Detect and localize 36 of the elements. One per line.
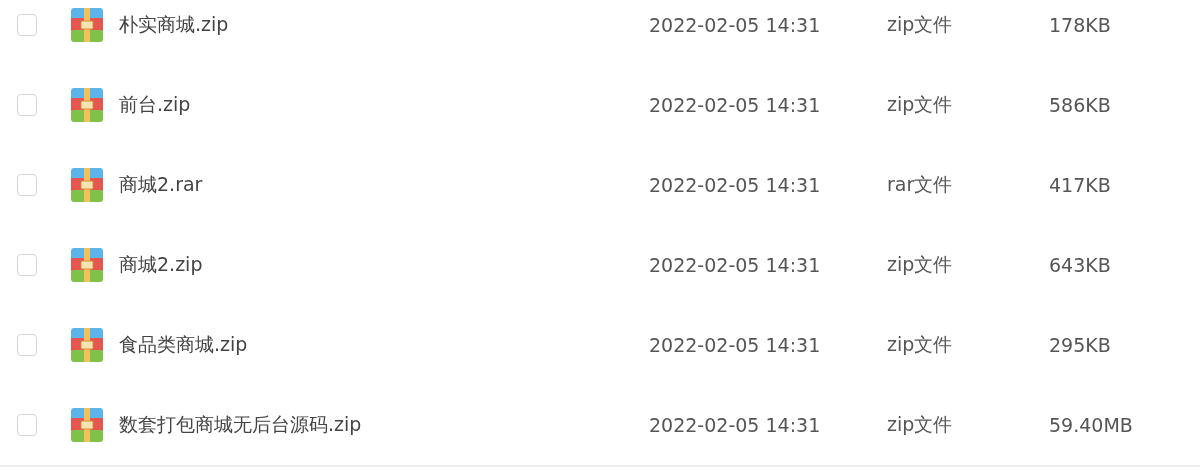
file-name[interactable]: 数套打包商城无后台源码.zip bbox=[119, 412, 649, 438]
file-type: zip文件 bbox=[887, 412, 954, 437]
modified-date: 2022-02-05 14:31 bbox=[649, 14, 822, 36]
file-size: 643KB bbox=[1049, 254, 1112, 276]
modified-date: 2022-02-05 14:31 bbox=[649, 174, 822, 196]
archive-icon bbox=[71, 328, 103, 362]
archive-icon bbox=[71, 88, 103, 122]
modified-date: 2022-02-05 14:31 bbox=[649, 254, 822, 276]
file-size: 295KB bbox=[1049, 334, 1112, 356]
file-size: 178KB bbox=[1049, 14, 1112, 36]
file-size: 59.40MB bbox=[1049, 414, 1134, 436]
checkbox[interactable] bbox=[17, 94, 37, 116]
archive-icon bbox=[71, 408, 103, 442]
checkbox[interactable] bbox=[17, 254, 37, 276]
checkbox[interactable] bbox=[17, 174, 37, 196]
file-name[interactable]: 商城2.rar bbox=[119, 172, 649, 198]
checkbox[interactable] bbox=[17, 414, 37, 436]
file-type: zip文件 bbox=[887, 332, 954, 357]
file-type: zip文件 bbox=[887, 252, 954, 277]
file-type: zip文件 bbox=[887, 92, 954, 117]
file-type: zip文件 bbox=[887, 12, 954, 37]
file-size: 586KB bbox=[1049, 94, 1112, 116]
archive-icon bbox=[71, 8, 103, 42]
file-name[interactable]: 食品类商城.zip bbox=[119, 332, 649, 358]
archive-icon bbox=[71, 168, 103, 202]
modified-date: 2022-02-05 14:31 bbox=[649, 94, 822, 116]
modified-date: 2022-02-05 14:31 bbox=[649, 414, 822, 436]
file-name[interactable]: 朴实商城.zip bbox=[119, 12, 649, 38]
archive-icon bbox=[71, 248, 103, 282]
file-name[interactable]: 商城2.zip bbox=[119, 252, 649, 278]
checkbox[interactable] bbox=[17, 14, 37, 36]
file-size: 417KB bbox=[1049, 174, 1112, 196]
file-type: rar文件 bbox=[887, 172, 954, 197]
modified-date: 2022-02-05 14:31 bbox=[649, 334, 822, 356]
file-name[interactable]: 前台.zip bbox=[119, 92, 649, 118]
checkbox[interactable] bbox=[17, 334, 37, 356]
